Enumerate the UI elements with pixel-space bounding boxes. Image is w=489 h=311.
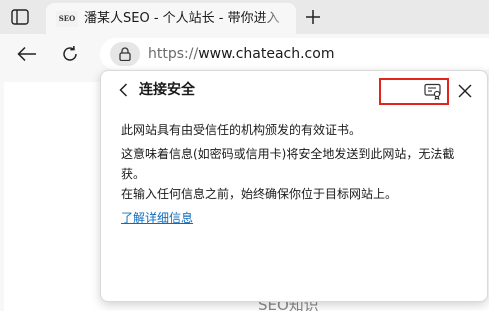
tab-active[interactable]: SEO 潘某人SEO - 个人站长 - 带你进入 [46, 3, 296, 34]
popup-title: 连接安全 [139, 82, 195, 98]
site-info-button[interactable] [110, 42, 140, 66]
arrow-left-icon [17, 46, 36, 62]
refresh-button[interactable] [58, 42, 82, 66]
favicon: SEO [56, 11, 78, 27]
popup-close-button[interactable] [453, 79, 477, 103]
certificate-icon [424, 83, 441, 100]
address-bar[interactable]: https://www.chateach.com [100, 38, 489, 70]
secure-transfer-text: 这意味着信息(如密码或信用卡)将安全地发送到此网站，无法截获。 [121, 147, 455, 181]
toolbar: https://www.chateach.com [0, 34, 489, 74]
lock-icon [119, 47, 131, 61]
close-icon [458, 84, 472, 98]
url-host: www.chateach.com [198, 46, 335, 62]
verify-site-text: 在输入任何信息之前，始终确保你位于目标网站上。 [121, 187, 398, 201]
chevron-left-icon [118, 83, 127, 97]
connection-security-popup: 连接安全 此网站具有由受信任的机构颁发的有效证书。 这意味着信息(如密码或信用卡… [100, 70, 488, 302]
tab-strip: SEO 潘某人SEO - 个人站长 - 带你进入 [0, 0, 489, 34]
learn-more-link[interactable]: 了解详细信息 [121, 208, 193, 228]
tab-title: 潘某人SEO - 个人站长 - 带你进入 [84, 11, 280, 26]
url-scheme: https:// [148, 46, 199, 62]
back-button[interactable] [14, 42, 40, 66]
new-tab-button[interactable] [302, 6, 324, 28]
tab-actions-icon[interactable] [8, 6, 32, 28]
certificate-button[interactable] [379, 78, 449, 105]
url-text[interactable]: https://www.chateach.com [148, 45, 334, 63]
valid-certificate-text: 此网站具有由受信任的机构颁发的有效证书。 [121, 123, 362, 137]
popup-back-button[interactable] [115, 80, 131, 100]
plus-icon [306, 10, 320, 24]
refresh-icon [63, 45, 77, 61]
